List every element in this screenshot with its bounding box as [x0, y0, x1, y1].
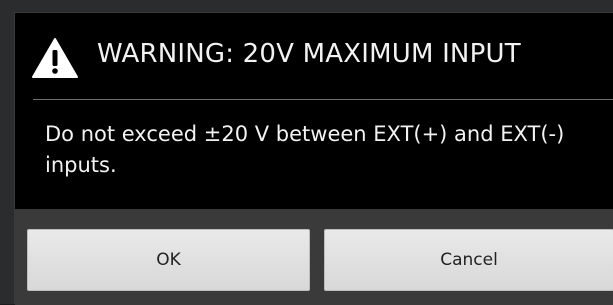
dialog-title-row: WARNING: 20V MAXIMUM INPUT [15, 13, 613, 99]
screen-background: WARNING: 20V MAXIMUM INPUT Do not exceed… [0, 0, 613, 305]
warning-dialog: WARNING: 20V MAXIMUM INPUT Do not exceed… [14, 12, 613, 305]
warning-icon [31, 37, 79, 79]
dialog-button-bar: OK Cancel [15, 209, 613, 305]
dialog-title: WARNING: 20V MAXIMUM INPUT [97, 39, 521, 69]
dialog-message: Do not exceed ±20 V between EXT(+) and E… [45, 122, 565, 177]
cancel-button[interactable]: Cancel [324, 229, 613, 291]
ok-button[interactable]: OK [27, 229, 310, 291]
title-divider [33, 99, 613, 100]
